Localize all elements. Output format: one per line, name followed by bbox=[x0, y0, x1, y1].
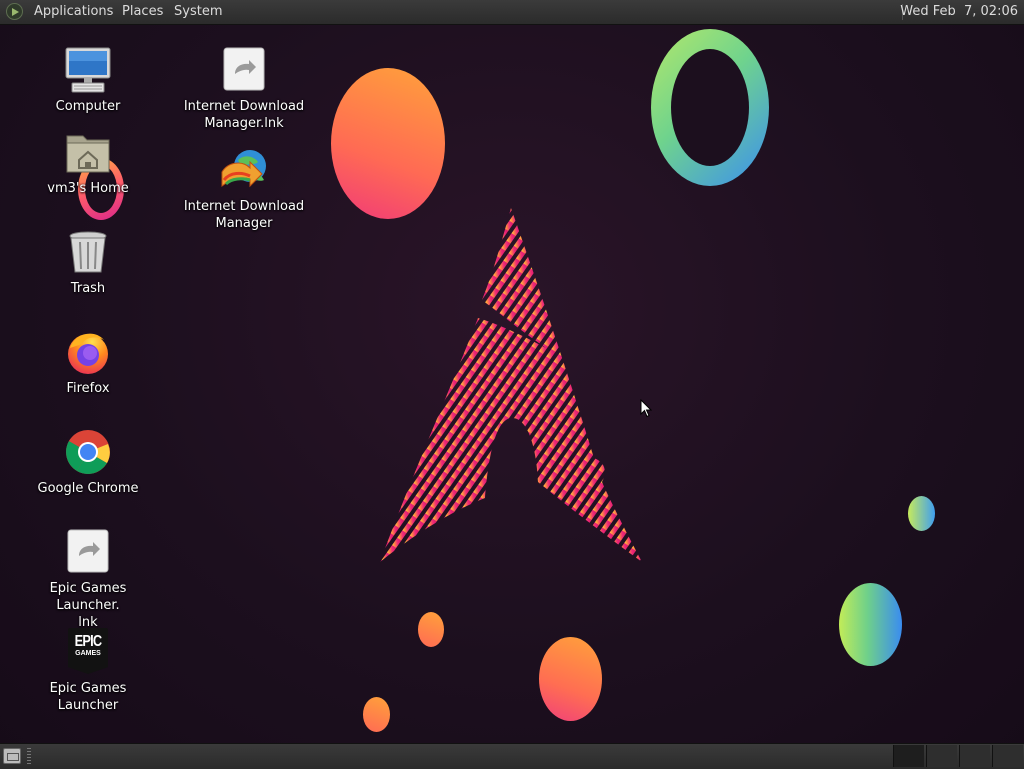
clock[interactable]: Wed Feb 7, 02:06 bbox=[900, 4, 1018, 20]
places-menu[interactable]: Places bbox=[122, 4, 163, 20]
desktop-icon-chrome[interactable]: Google Chrome bbox=[28, 428, 148, 497]
wallpaper-orange-orb-1 bbox=[418, 612, 444, 647]
home-folder-icon bbox=[64, 128, 112, 176]
show-desktop-icon[interactable] bbox=[3, 748, 21, 764]
desktop-icon-computer[interactable]: Computer bbox=[38, 46, 138, 115]
desktop-icon-idm-lnk[interactable]: Internet Download Manager.lnk bbox=[174, 46, 314, 132]
applications-menu[interactable]: Applications bbox=[34, 4, 113, 20]
desktop-icon-firefox[interactable]: Firefox bbox=[38, 328, 138, 397]
desktop-icon-epic-lnk[interactable]: Epic Games Launcher. lnk bbox=[18, 528, 158, 631]
distro-logo-icon[interactable] bbox=[6, 3, 23, 20]
chrome-icon bbox=[64, 428, 112, 476]
epic-logo-subtext: GAMES bbox=[75, 650, 101, 657]
icon-label: Internet Download Manager bbox=[183, 199, 305, 231]
top-panel: Applications Places System Wed Feb 7, 02… bbox=[0, 0, 1024, 25]
trash-icon bbox=[64, 228, 112, 276]
epic-logo-text: EPIC bbox=[74, 633, 102, 650]
mouse-cursor-icon bbox=[640, 399, 652, 418]
panel-drag-handle[interactable] bbox=[27, 748, 31, 764]
firefox-icon bbox=[64, 328, 112, 376]
wallpaper-orange-oval bbox=[331, 68, 445, 219]
workspace-3[interactable] bbox=[959, 745, 990, 767]
workspace-2[interactable] bbox=[926, 745, 957, 767]
icon-label: Trash bbox=[70, 281, 106, 296]
icon-label: Google Chrome bbox=[37, 481, 139, 496]
desktop-icon-trash[interactable]: Trash bbox=[38, 228, 138, 297]
desktop-icon-home[interactable]: vm3's Home bbox=[38, 128, 138, 197]
desktop-icon-idm[interactable]: Internet Download Manager bbox=[174, 146, 314, 232]
icon-label: Firefox bbox=[66, 381, 110, 396]
system-menu[interactable]: System bbox=[174, 4, 222, 20]
idm-icon bbox=[220, 146, 268, 194]
wallpaper-green-orb-small bbox=[908, 496, 935, 531]
workspace-4[interactable] bbox=[992, 745, 1023, 767]
desktop-icon-epic[interactable]: EPIC GAMES Epic Games Launcher bbox=[18, 628, 158, 714]
wallpaper-green-orb-large bbox=[839, 583, 902, 666]
workspace-1[interactable] bbox=[893, 745, 924, 767]
icon-label: Epic Games Launcher bbox=[49, 681, 127, 713]
wallpaper-orange-orb-2 bbox=[539, 637, 602, 721]
shortcut-icon bbox=[64, 528, 112, 576]
shortcut-icon bbox=[220, 46, 268, 94]
bottom-panel bbox=[0, 743, 1024, 769]
icon-label: vm3's Home bbox=[47, 181, 129, 196]
arch-logo bbox=[380, 208, 642, 562]
computer-icon bbox=[64, 46, 112, 94]
icon-label: Computer bbox=[55, 99, 121, 114]
wallpaper-orange-orb-3 bbox=[363, 697, 390, 732]
icon-label: Internet Download Manager.lnk bbox=[183, 99, 305, 131]
epic-games-icon: EPIC GAMES bbox=[64, 628, 112, 676]
wallpaper-ring bbox=[651, 29, 769, 186]
icon-label: Epic Games Launcher. lnk bbox=[49, 581, 127, 630]
